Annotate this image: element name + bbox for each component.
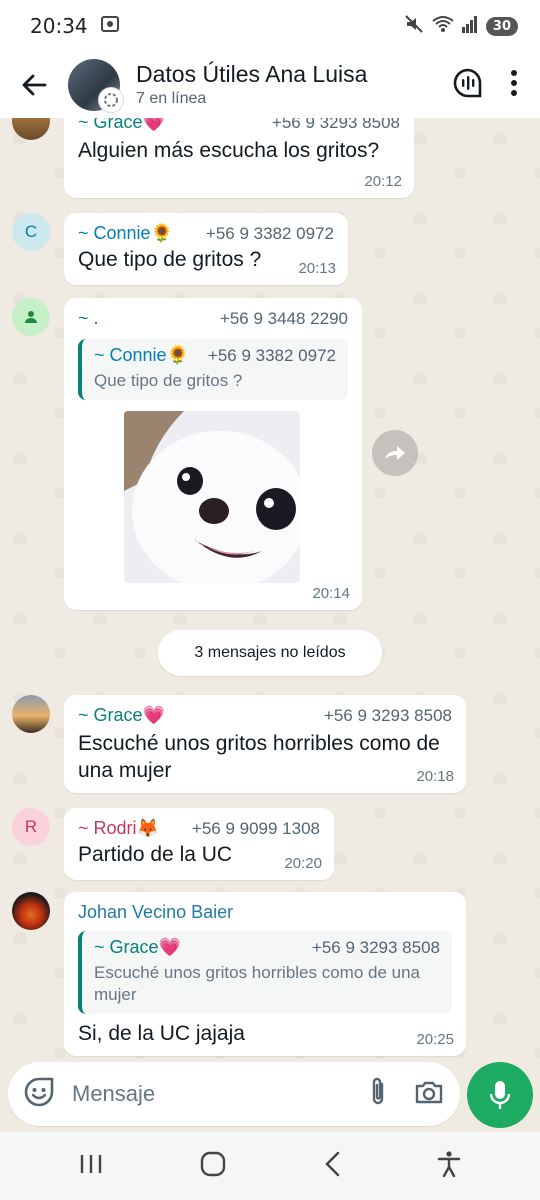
message-bubble[interactable]: ~ Rodri🦊 +56 9 9099 1308 Partido de la U… xyxy=(64,808,334,880)
camera-button[interactable] xyxy=(414,1079,444,1110)
unread-divider: 3 mensajes no leídos xyxy=(158,630,382,676)
composer: Mensaje xyxy=(0,1062,540,1132)
quoted-message[interactable]: ~ Grace💗 +56 9 3293 8508 Escuché unos gr… xyxy=(78,931,452,1014)
quoted-phone: +56 9 3293 8508 xyxy=(311,938,440,957)
arrow-left-icon xyxy=(22,74,47,96)
sender-phone: +56 9 9099 1308 xyxy=(191,819,320,838)
sender-name[interactable]: ~ Grace💗 xyxy=(78,705,165,726)
microphone-icon xyxy=(489,1081,511,1109)
more-vertical-icon xyxy=(511,69,517,96)
quoted-sender: ~ Connie🌻 xyxy=(94,345,189,365)
battery-indicator: 30 xyxy=(485,16,518,36)
voice-chat-button[interactable] xyxy=(452,67,484,104)
message-list[interactable]: ~ Grace💗 +56 9 3293 8508 Alguien más esc… xyxy=(0,118,540,1062)
avatar[interactable] xyxy=(12,892,50,930)
message-bubble[interactable]: ~ Connie🌻 +56 9 3382 0972 Que tipo de gr… xyxy=(64,213,348,285)
message-text: Si, de la UC jajaja xyxy=(78,1022,245,1045)
sender-phone: +56 9 3448 2290 xyxy=(219,309,348,328)
sender-name[interactable]: ~ . xyxy=(78,308,99,329)
message-placeholder[interactable]: Mensaje xyxy=(72,1081,368,1107)
camera-icon xyxy=(415,1081,443,1103)
message-time: 20:20 xyxy=(284,855,322,872)
status-bar: 20:34 30 xyxy=(0,0,540,52)
message-time: 20:25 xyxy=(416,1031,454,1048)
avatar[interactable] xyxy=(12,118,50,140)
quoted-sender: ~ Grace💗 xyxy=(94,937,181,957)
wifi-icon xyxy=(432,15,454,38)
forward-icon xyxy=(385,446,405,460)
quoted-message[interactable]: ~ Connie🌻 +56 9 3382 0972 Que tipo de gr… xyxy=(78,339,348,400)
message-bubble[interactable]: ~ Grace💗 +56 9 3293 8508 Alguien más esc… xyxy=(64,118,414,198)
sender-phone: +56 9 3293 8508 xyxy=(271,118,400,132)
attach-button[interactable] xyxy=(368,1076,388,1113)
quoted-text: Escuché unos gritos horribles como de un… xyxy=(94,963,421,1004)
chat-title: Datos Útiles Ana Luisa xyxy=(136,61,368,87)
sender-name[interactable]: Johan Vecino Baier xyxy=(78,902,233,923)
community-badge-icon xyxy=(98,87,124,113)
sender-name[interactable]: ~ Grace💗 xyxy=(78,118,165,133)
group-avatar[interactable] xyxy=(68,59,124,113)
sticker-smiley-icon xyxy=(24,1077,54,1106)
system-nav-bar xyxy=(0,1132,540,1200)
quoted-text: Que tipo de gritos ? xyxy=(94,371,243,390)
chevron-left-icon xyxy=(325,1151,339,1176)
person-icon xyxy=(25,311,37,323)
back-nav-button[interactable] xyxy=(324,1151,340,1182)
avatar[interactable] xyxy=(12,695,50,733)
message-time: 20:13 xyxy=(298,260,336,277)
chat-header: Datos Útiles Ana Luisa 7 en línea xyxy=(0,52,540,118)
more-options-button[interactable] xyxy=(510,69,518,102)
message-time: 20:12 xyxy=(364,173,402,190)
avatar[interactable]: C xyxy=(12,213,50,251)
quoted-phone: +56 9 3382 0972 xyxy=(207,346,336,365)
home-button[interactable] xyxy=(200,1151,226,1182)
avatar-letter: R xyxy=(24,817,38,836)
message-bubble[interactable]: Johan Vecino Baier ~ Grace💗 +56 9 3293 8… xyxy=(64,892,466,1056)
home-icon xyxy=(201,1151,226,1176)
message-text: Alguien más escucha los gritos? xyxy=(78,139,380,162)
back-button[interactable] xyxy=(0,52,68,118)
voice-chat-icon xyxy=(453,68,482,97)
message-input[interactable]: Mensaje xyxy=(8,1062,460,1126)
mute-icon xyxy=(404,14,424,39)
status-time: 20:34 xyxy=(30,14,88,38)
accessibility-icon xyxy=(438,1150,461,1177)
avatar[interactable] xyxy=(12,298,50,336)
chat-subtitle: 7 en línea xyxy=(136,90,207,107)
avatar-letter: C xyxy=(24,222,38,241)
forward-button[interactable] xyxy=(372,430,418,476)
message-time: 20:14 xyxy=(312,585,350,602)
dog-sticker-icon xyxy=(124,411,300,583)
voice-message-button[interactable] xyxy=(467,1062,533,1128)
sender-phone: +56 9 3382 0972 xyxy=(205,224,334,243)
message-bubble[interactable]: ~ Grace💗 +56 9 3293 8508 Escuché unos gr… xyxy=(64,695,466,793)
header-text[interactable]: Datos Útiles Ana Luisa 7 en línea xyxy=(136,60,452,110)
recents-icon xyxy=(80,1154,101,1173)
paperclip-icon xyxy=(372,1077,384,1104)
avatar[interactable]: R xyxy=(12,808,50,846)
recent-apps-button[interactable] xyxy=(79,1153,103,1180)
message-text: Escuché unos gritos horribles como de un… xyxy=(78,732,440,782)
signal-icon xyxy=(461,15,478,38)
sticker-image[interactable] xyxy=(124,411,300,583)
sender-phone: +56 9 3293 8508 xyxy=(323,706,452,725)
emoji-button[interactable] xyxy=(24,1077,54,1112)
accessibility-button[interactable] xyxy=(437,1150,461,1182)
sender-name[interactable]: ~ Rodri🦊 xyxy=(78,818,159,839)
sender-name[interactable]: ~ Connie🌻 xyxy=(78,223,173,244)
screenshot-icon xyxy=(100,14,120,39)
message-text: Que tipo de gritos ? xyxy=(78,248,262,271)
message-time: 20:18 xyxy=(416,768,454,785)
